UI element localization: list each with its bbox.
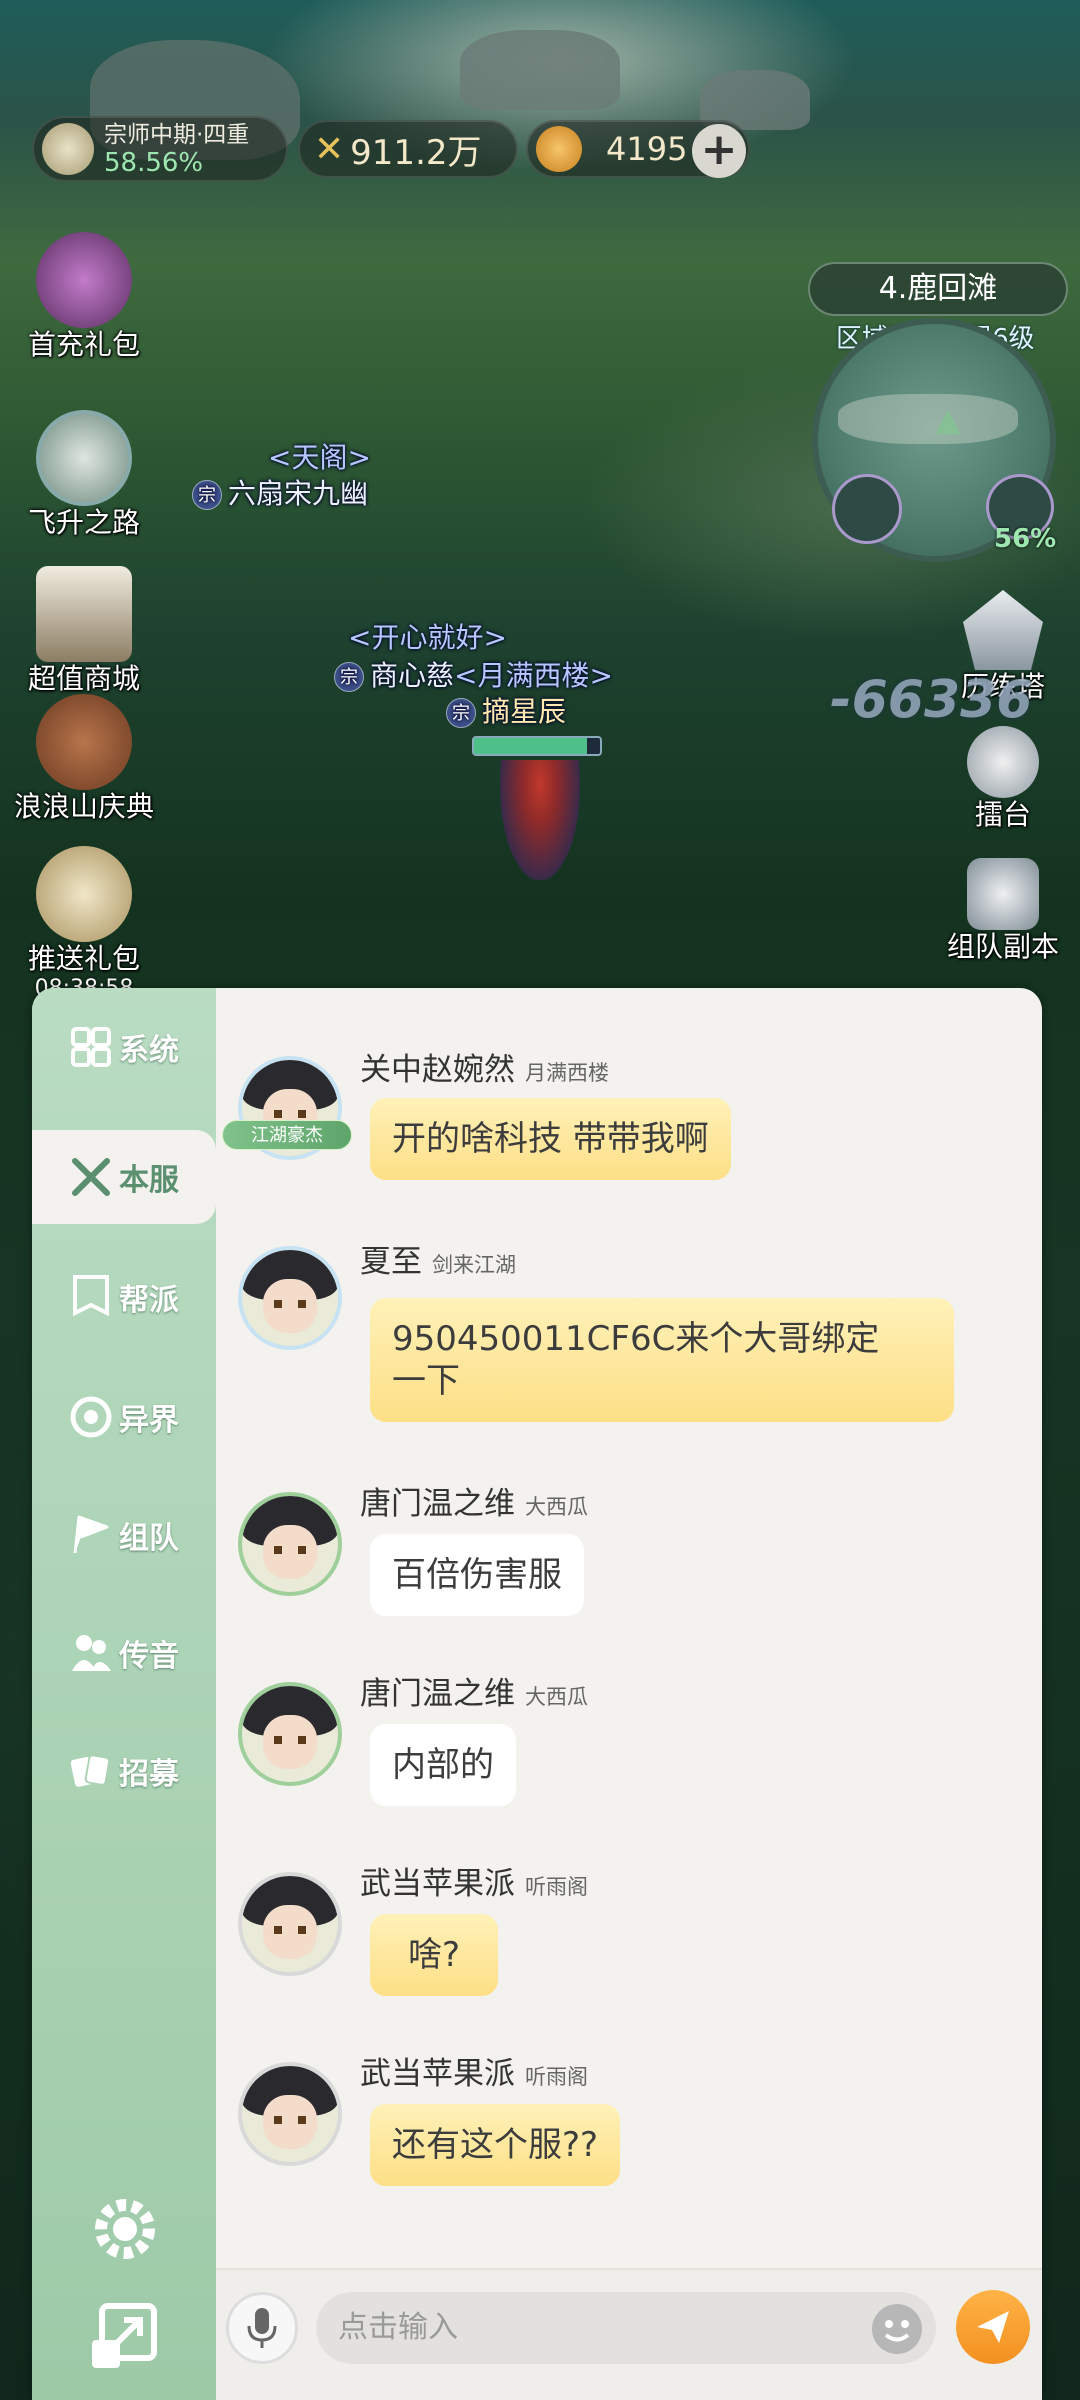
add-currency-button[interactable]: + xyxy=(692,124,746,178)
team-dungeon[interactable]: 组队副本 xyxy=(928,858,1078,964)
sword-power-icon: ✕ xyxy=(314,128,345,170)
tab-whisper[interactable]: 传音 xyxy=(32,1606,216,1700)
ascension-icon xyxy=(36,410,132,506)
sender-guild: 听雨阁 xyxy=(525,2065,588,2089)
expand-icon[interactable] xyxy=(88,2302,158,2372)
avatar[interactable] xyxy=(238,1492,342,1596)
emoji-icon[interactable] xyxy=(872,2304,922,2354)
player1-guild: <天阁> xyxy=(268,441,371,474)
avatar[interactable] xyxy=(238,1872,342,1976)
currency-display[interactable]: 4195 + xyxy=(526,120,750,178)
settings-gear-icon[interactable] xyxy=(90,2194,160,2264)
value-shop[interactable]: 超值商城 xyxy=(4,566,164,696)
banner-icon xyxy=(69,1275,113,1319)
area-name: 4.鹿回滩 xyxy=(808,262,1068,316)
chat-panel: 系统 本服 帮派 异界 组队 传音 招募 江湖豪杰 关中赵婉然 月满西楼 开的啥… xyxy=(32,988,1042,2400)
cards-icon xyxy=(69,1749,113,1793)
sender-name[interactable]: 唐门温之维 大西瓜 xyxy=(360,1478,588,1523)
voice-input-button[interactable] xyxy=(226,2292,298,2364)
gift-girl-icon xyxy=(36,232,132,328)
level-display[interactable]: 宗师中期·四重 58.56% xyxy=(32,116,288,182)
send-button[interactable] xyxy=(956,2290,1030,2364)
message-bubble[interactable]: 950450011CF6C来个大哥绑定 一下 xyxy=(370,1298,954,1422)
message-bubble[interactable]: 啥? xyxy=(370,1914,499,1996)
message-bubble[interactable]: 还有这个服?? xyxy=(370,2104,621,2186)
message-bubble[interactable]: 开的啥科技 带带我啊 xyxy=(370,1098,731,1180)
money-bag-icon xyxy=(36,846,132,942)
crossed-swords-icon xyxy=(69,1155,113,1199)
currency-value: 4195 xyxy=(606,130,688,168)
boar-mascot-icon xyxy=(36,694,132,790)
first-recharge-gift[interactable]: 首充礼包 xyxy=(4,232,164,362)
send-icon xyxy=(977,2311,1009,2343)
microphone-icon xyxy=(247,2308,277,2348)
player3-tag[interactable]: 宗摘星辰 xyxy=(446,690,566,730)
tab-server[interactable]: 本服 xyxy=(32,1130,216,1224)
sender-guild: 剑来江湖 xyxy=(432,1253,516,1277)
sect-badge-icon: 宗 xyxy=(334,662,364,692)
tab-system[interactable]: 系统 xyxy=(32,1000,216,1094)
sender-name[interactable]: 武当苹果派 听雨阁 xyxy=(360,2048,588,2093)
player2-tag[interactable]: 宗商心慈<月满西楼> xyxy=(334,654,613,694)
level-emblem-icon xyxy=(42,123,94,175)
flag-icon xyxy=(69,1513,113,1557)
arena[interactable]: 擂台 xyxy=(928,726,1078,832)
sender-guild: 月满西楼 xyxy=(525,1061,609,1085)
minimap-path xyxy=(838,394,1018,444)
langlang-festival[interactable]: 浪浪山庆典 xyxy=(4,694,164,824)
level-progress: 58.56% xyxy=(104,148,204,178)
chat-input-bar: 点击输入 xyxy=(216,2268,1042,2400)
avatar[interactable] xyxy=(238,1246,342,1350)
message-bubble[interactable]: 内部的 xyxy=(370,1724,516,1806)
power-value: 911.2万 xyxy=(350,132,482,173)
player1-tag[interactable]: 宗六扇宋九幽 xyxy=(192,472,368,512)
player-hp-bar xyxy=(472,736,602,756)
pagoda-icon xyxy=(963,590,1043,670)
tab-otherworld[interactable]: 异界 xyxy=(32,1370,216,1464)
grid-icon xyxy=(69,1025,113,1069)
gold-coin-icon xyxy=(536,126,582,172)
shop-gate-icon xyxy=(36,566,132,662)
sect-badge-icon: 宗 xyxy=(446,698,476,728)
dungeon-icon xyxy=(967,858,1039,930)
level-text: 宗师中期·四重 xyxy=(104,122,250,148)
sender-guild: 大西瓜 xyxy=(525,1685,588,1709)
quest-book-icon[interactable] xyxy=(832,474,902,544)
chat-input[interactable]: 点击输入 xyxy=(316,2292,936,2364)
player2-guild: <开心就好> xyxy=(348,621,507,654)
sender-guild: 大西瓜 xyxy=(525,1495,588,1519)
chat-sidebar: 系统 本服 帮派 异界 组队 传音 招募 xyxy=(32,988,216,2400)
player-character[interactable] xyxy=(500,760,580,880)
tab-team[interactable]: 组队 xyxy=(32,1488,216,1582)
sender-guild: 听雨阁 xyxy=(525,1875,588,1899)
chat-message-list[interactable]: 江湖豪杰 关中赵婉然 月满西楼 开的啥科技 带带我啊 夏至 剑来江湖 9504500… xyxy=(216,988,1042,2268)
ascension-path[interactable]: 飞升之路 xyxy=(4,410,164,540)
title-badge: 江湖豪杰 xyxy=(222,1120,352,1150)
sender-name[interactable]: 武当苹果派 听雨阁 xyxy=(360,1858,588,1903)
sect-badge-icon: 宗 xyxy=(192,480,222,510)
damage-number: -66336 xyxy=(830,670,1033,730)
rock-center xyxy=(460,30,620,110)
people-icon xyxy=(69,1631,113,1675)
arena-icon xyxy=(967,726,1039,798)
avatar[interactable] xyxy=(238,2062,342,2166)
push-gift[interactable]: 推送礼包 08:38:58 xyxy=(4,846,164,1001)
sender-name[interactable]: 夏至 剑来江湖 xyxy=(360,1236,516,1281)
spiral-icon xyxy=(69,1395,113,1439)
bag-capacity: 56% xyxy=(994,524,1057,554)
tab-recruit[interactable]: 招募 xyxy=(32,1724,216,1818)
message-bubble[interactable]: 百倍伤害服 xyxy=(370,1534,584,1616)
sender-name[interactable]: 唐门温之维 大西瓜 xyxy=(360,1668,588,1713)
sender-name[interactable]: 关中赵婉然 月满西楼 xyxy=(360,1044,609,1089)
avatar[interactable] xyxy=(238,1682,342,1786)
power-display[interactable]: ✕ 911.2万 xyxy=(298,120,518,178)
tab-guild[interactable]: 帮派 xyxy=(32,1250,216,1344)
